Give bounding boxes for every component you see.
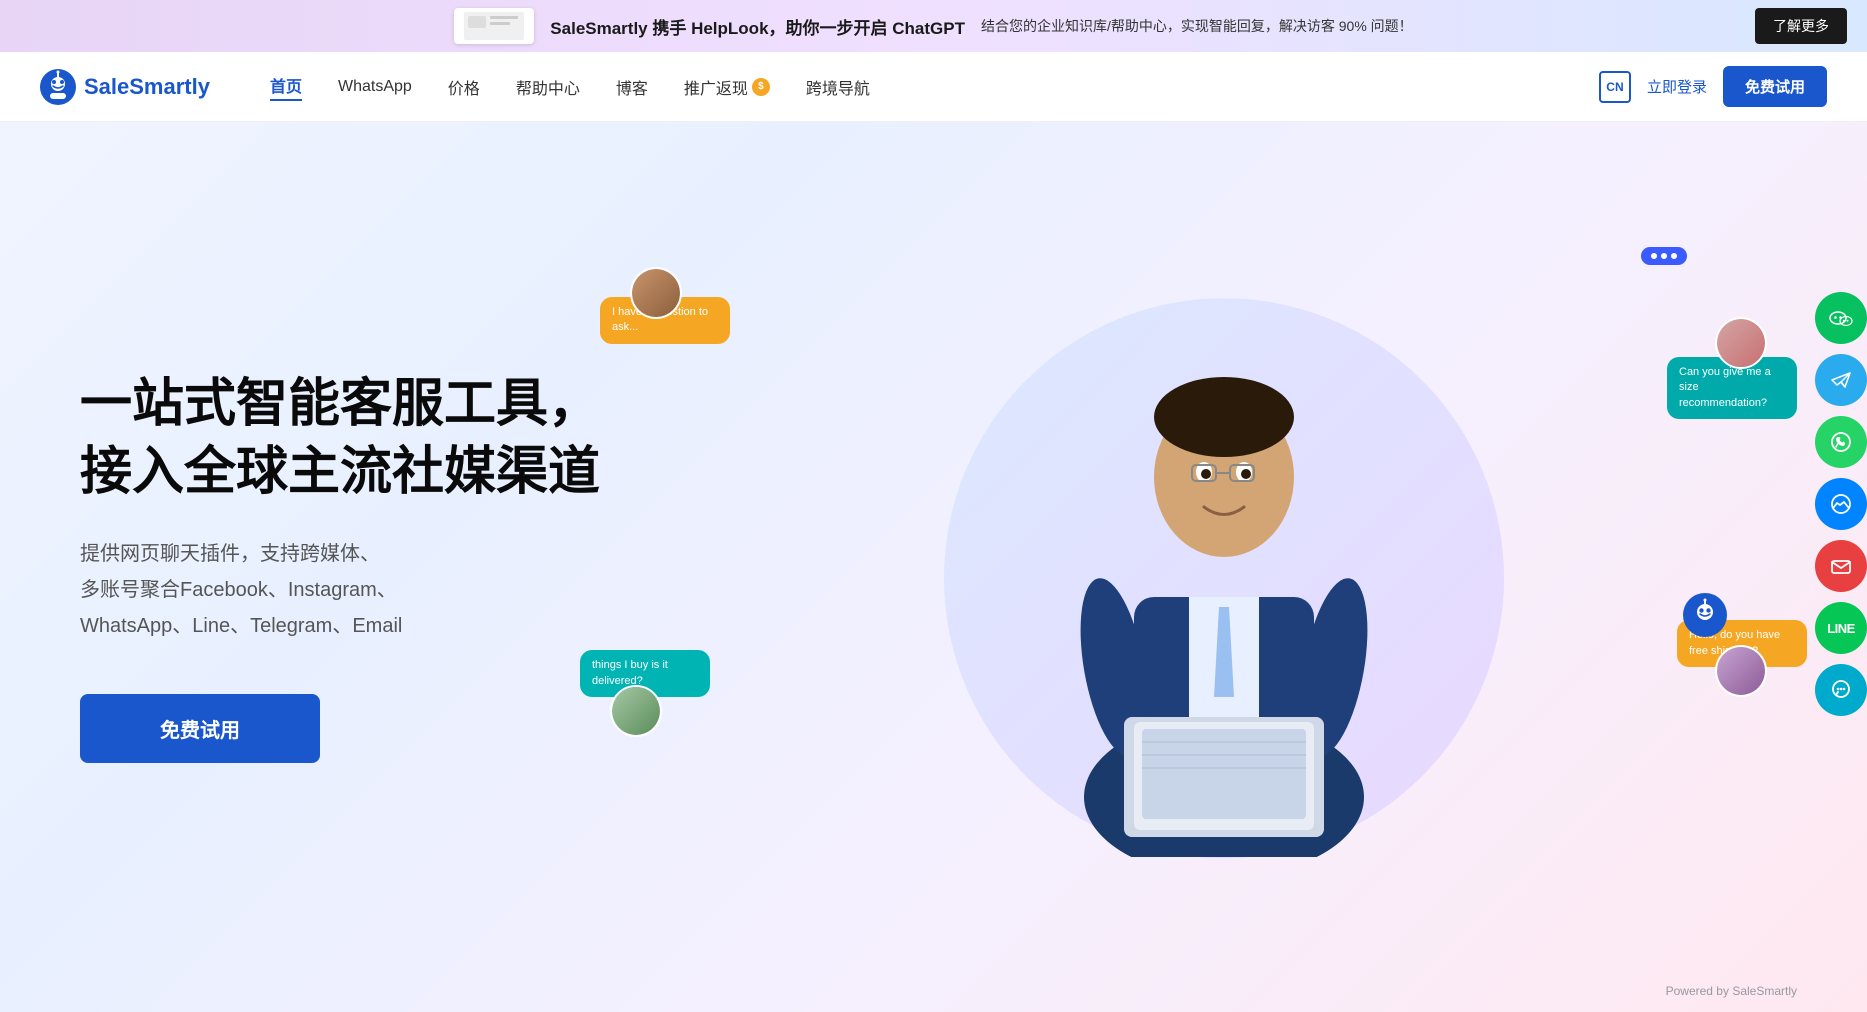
nav-link-help[interactable]: 帮助中心 xyxy=(516,75,580,99)
hero-cta-button[interactable]: 免费试用 xyxy=(80,694,320,763)
banner-cta-button[interactable]: 了解更多 xyxy=(1755,8,1847,44)
avatar-3 xyxy=(610,685,662,737)
logo-icon xyxy=(40,69,76,105)
nav-link-blog[interactable]: 博客 xyxy=(616,75,648,99)
telegram-button[interactable] xyxy=(1815,354,1867,406)
bot-icon xyxy=(1683,593,1727,637)
avatar-1 xyxy=(630,267,682,319)
email-button[interactable] xyxy=(1815,540,1867,592)
footer-note: Powered by SaleSmartly xyxy=(1666,984,1797,998)
avatar-4 xyxy=(1715,645,1767,697)
avatar-2 xyxy=(1715,317,1767,369)
banner-thumbnail xyxy=(454,8,534,44)
wechat-button[interactable] xyxy=(1815,292,1867,344)
login-button[interactable]: 立即登录 xyxy=(1647,76,1707,97)
language-switcher[interactable]: CN xyxy=(1599,71,1631,103)
chat-button[interactable] xyxy=(1815,664,1867,716)
hero-section: 一站式智能客服工具， 接入全球主流社媒渠道 提供网页聊天插件，支持跨媒体、 多账… xyxy=(0,122,1867,1012)
banner-sub-text: 结合您的企业知识库/帮助中心，实现智能回复，解决访客 90% 问题！ xyxy=(981,16,1413,36)
line-label: LINE xyxy=(1827,621,1855,636)
hero-subtitle: 提供网页聊天插件，支持跨媒体、 多账号聚合Facebook、Instagram、… xyxy=(80,536,660,644)
navbar: SaleSmartly 首页 WhatsApp 价格 帮助中心 博客 推广返现 … xyxy=(0,52,1867,122)
nav-right: CN 立即登录 免费试用 xyxy=(1599,66,1827,107)
line-button[interactable]: LINE xyxy=(1815,602,1867,654)
nav-link-navigation[interactable]: 跨境导航 xyxy=(806,75,870,99)
social-sidebar: LINE xyxy=(1815,292,1867,716)
try-button[interactable]: 免费试用 xyxy=(1723,66,1827,107)
banner-main-text: SaleSmartly 携手 HelpLook，助你一步开启 ChatGPT xyxy=(550,14,965,39)
nav-link-home[interactable]: 首页 xyxy=(270,73,302,101)
person-figure xyxy=(1034,277,1414,857)
nav-link-referral[interactable]: 推广返现 xyxy=(684,75,770,99)
hero-title: 一站式智能客服工具， 接入全球主流社媒渠道 xyxy=(80,371,660,506)
nav-link-price[interactable]: 价格 xyxy=(448,75,480,99)
hero-content: 一站式智能客服工具， 接入全球主流社媒渠道 提供网页聊天插件，支持跨媒体、 多账… xyxy=(80,371,660,763)
hero-visual: I have a question to ask... things I buy… xyxy=(660,217,1787,917)
typing-indicator xyxy=(1641,247,1687,265)
whatsapp-button[interactable] xyxy=(1815,416,1867,468)
logo-link[interactable]: SaleSmartly xyxy=(40,69,210,105)
referral-badge xyxy=(752,78,770,96)
messenger-button[interactable] xyxy=(1815,478,1867,530)
nav-links: 首页 WhatsApp 价格 帮助中心 博客 推广返现 跨境导航 xyxy=(270,73,1599,101)
nav-link-whatsapp[interactable]: WhatsApp xyxy=(338,78,412,96)
logo-text: SaleSmartly xyxy=(84,74,210,100)
top-banner: SaleSmartly 携手 HelpLook，助你一步开启 ChatGPT 结… xyxy=(0,0,1867,52)
